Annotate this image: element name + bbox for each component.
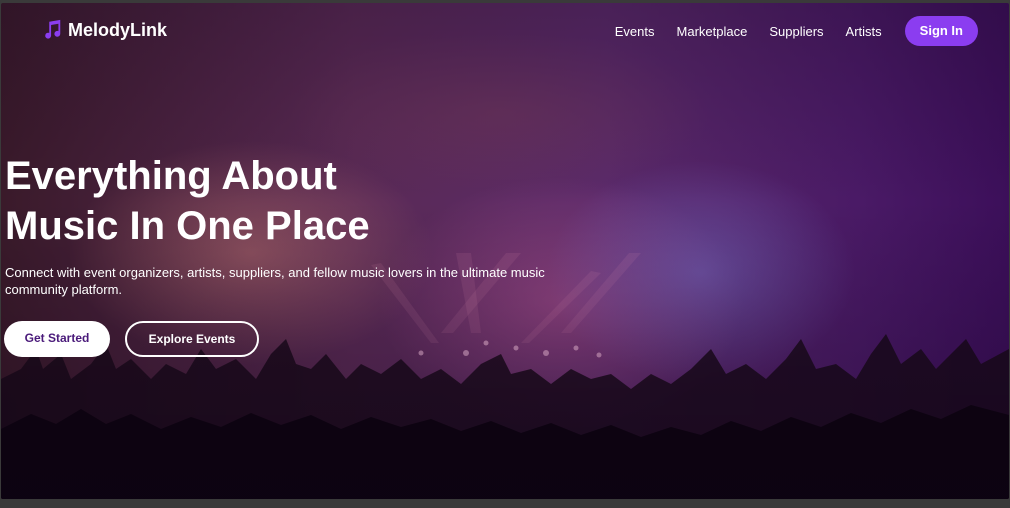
brand-name: MelodyLink [68,19,168,40]
music-note-icon [45,19,61,39]
nav-link-marketplace[interactable]: Marketplace [677,24,748,39]
hero-headline-line-2: Music In One Place [5,204,370,248]
get-started-button[interactable]: Get Started [4,321,110,357]
nav-link-artists[interactable]: Artists [846,24,882,39]
hero-headline-line-1: Everything About [5,154,337,198]
top-navigation: MelodyLink Events Marketplace Suppliers … [1,3,1009,55]
nav-links: Events Marketplace Suppliers Artists Sig… [593,16,978,46]
hero-subtitle: Connect with event organizers, artists, … [5,265,545,297]
hero-headline: Everything About Music In One Place [5,151,370,251]
nav-link-events[interactable]: Events [615,24,655,39]
hero-section: MelodyLink Events Marketplace Suppliers … [1,3,1009,499]
nav-link-suppliers[interactable]: Suppliers [769,24,823,39]
sign-in-button[interactable]: Sign In [904,16,978,46]
brand-logo[interactable]: MelodyLink [41,18,167,42]
browser-frame: MelodyLink Events Marketplace Suppliers … [0,0,1010,508]
explore-events-button[interactable]: Explore Events [125,321,259,357]
